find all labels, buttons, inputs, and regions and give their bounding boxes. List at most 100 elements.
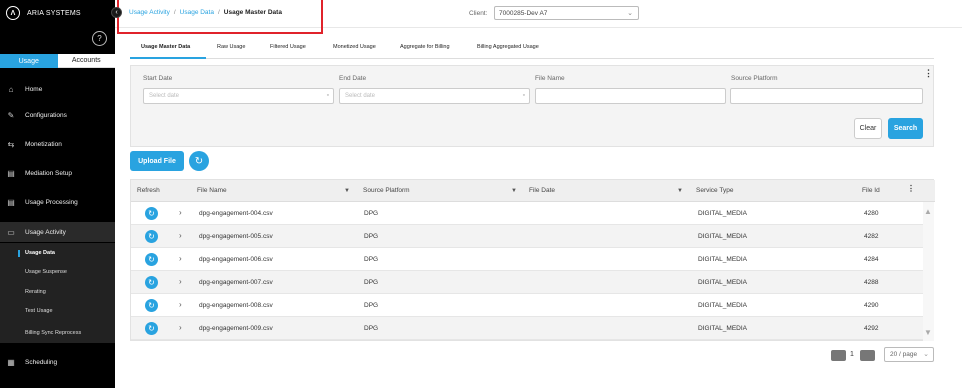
upload-file-button[interactable]: Upload File: [130, 151, 184, 171]
refresh-icon[interactable]: ↻: [189, 151, 209, 171]
document-icon: ▤: [7, 197, 15, 207]
column-refresh: Refresh: [137, 187, 160, 194]
cell-file-id: 4282: [864, 233, 879, 240]
start-date-field[interactable]: Select date ▫: [143, 88, 334, 104]
chevron-right-icon[interactable]: ›: [179, 208, 182, 217]
more-options-icon[interactable]: ⋮: [924, 68, 933, 79]
chevron-right-icon[interactable]: ›: [179, 323, 182, 332]
toggle-usage[interactable]: Usage: [0, 54, 58, 68]
source-platform-input[interactable]: [730, 88, 923, 104]
home-icon: ⌂: [8, 84, 14, 94]
column-service-type[interactable]: Service Type: [696, 187, 733, 194]
tab-monetized-usage[interactable]: Monetized Usage: [333, 44, 376, 50]
sort-down-icon[interactable]: ▼: [677, 188, 683, 194]
cell-file-name: dpg-engagement-008.csv: [199, 302, 273, 309]
nav-item-mediation-setup[interactable]: ▤ Mediation Setup: [0, 167, 115, 179]
column-file-date[interactable]: File Date: [529, 187, 555, 194]
file-name-input[interactable]: [535, 88, 726, 104]
toggle-accounts[interactable]: Accounts: [57, 54, 115, 68]
chevron-right-icon[interactable]: ›: [179, 277, 182, 286]
chevron-right-icon[interactable]: ›: [179, 254, 182, 263]
table-row[interactable]: ↻ › dpg-engagement-005.csv DPG DIGITAL_M…: [131, 225, 923, 248]
current-page[interactable]: 1: [850, 351, 854, 358]
document-icon: ▤: [7, 168, 15, 178]
nav-item-scheduling[interactable]: ▦ Scheduling: [0, 356, 115, 368]
cell-file-name: dpg-engagement-006.csv: [199, 256, 273, 263]
table-row[interactable]: ↻ › dpg-engagement-008.csv DPG DIGITAL_M…: [131, 294, 923, 317]
table-scrollbar[interactable]: ▲ ▼: [923, 202, 934, 341]
column-options-icon[interactable]: ⋮: [907, 184, 915, 193]
start-date-label: Start Date: [143, 75, 173, 82]
highlight-box: [117, 0, 323, 34]
table-row[interactable]: ↻ › dpg-engagement-007.csv DPG DIGITAL_M…: [131, 271, 923, 294]
next-page-button[interactable]: [860, 350, 875, 361]
chevron-right-icon[interactable]: ›: [179, 231, 182, 240]
client-select[interactable]: 7000285-Dev A7 ⌄: [494, 6, 639, 20]
search-button[interactable]: Search: [888, 118, 923, 139]
breadcrumb-usage-activity[interactable]: Usage Activity: [129, 9, 170, 16]
nav-label: Usage Activity: [25, 228, 66, 236]
tab-aggregate-for-billing[interactable]: Aggregate for Billing: [400, 44, 450, 50]
column-source-platform[interactable]: Source Platform: [363, 187, 410, 194]
refresh-icon[interactable]: ↻: [145, 276, 158, 289]
sort-down-icon[interactable]: ▼: [344, 188, 350, 194]
breadcrumb-usage-data[interactable]: Usage Data: [180, 9, 214, 16]
arrows-icon: ⇆: [7, 139, 15, 149]
refresh-icon[interactable]: ↻: [145, 230, 158, 243]
submenu-item-usage-suspense[interactable]: Usage Suspense: [25, 269, 122, 275]
usage-table: Refresh File Name ▼ Source Platform ▼ Fi…: [130, 179, 935, 341]
nav-item-monetization[interactable]: ⇆ Monetization: [0, 138, 115, 150]
cell-source-platform: DPG: [364, 302, 379, 309]
scroll-up-icon[interactable]: ▲: [924, 207, 932, 216]
nav-label: Home: [25, 85, 43, 93]
previous-page-button[interactable]: [831, 350, 846, 361]
nav-item-configurations[interactable]: ✎ Configurations: [0, 109, 115, 121]
tab-usage-master-data[interactable]: Usage Master Data: [141, 44, 190, 50]
collapse-sidebar-icon[interactable]: ‹: [111, 7, 122, 18]
module-toggle: Usage Accounts: [0, 54, 115, 68]
tab-bar: Usage Master Data Raw Usage Filtered Usa…: [130, 40, 934, 59]
submenu-item-billing-sync-reprocess[interactable]: Billing Sync Reprocess: [25, 330, 122, 336]
table-row[interactable]: ↻ › dpg-engagement-004.csv DPG DIGITAL_M…: [131, 202, 923, 225]
refresh-icon[interactable]: ↻: [145, 299, 158, 312]
start-date-placeholder: Select date: [149, 93, 180, 99]
nav-item-home[interactable]: ⌂ Home: [0, 83, 115, 95]
cell-file-id: 4288: [864, 279, 879, 286]
logo-icon: Λ: [6, 6, 20, 20]
submenu-item-rerating[interactable]: Rerating: [25, 289, 122, 295]
clear-button[interactable]: Clear: [854, 118, 882, 139]
wrench-icon: ✎: [7, 110, 15, 120]
active-indicator: [18, 250, 20, 257]
tab-billing-aggregated-usage[interactable]: Billing Aggregated Usage: [477, 44, 539, 50]
chevron-down-icon: ⌄: [923, 351, 929, 358]
folder-icon: ▭: [7, 227, 15, 237]
breadcrumb: Usage Activity / Usage Data / Usage Master D…: [129, 9, 282, 16]
column-file-name[interactable]: File Name: [197, 187, 227, 194]
cell-service-type: DIGITAL_MEDIA: [698, 256, 748, 263]
submenu-item-test-usage[interactable]: Test Usage: [25, 308, 122, 314]
refresh-icon[interactable]: ↻: [145, 207, 158, 220]
column-file-id[interactable]: File Id: [862, 187, 880, 194]
chevron-right-icon[interactable]: ›: [179, 300, 182, 309]
tab-filtered-usage[interactable]: Filtered Usage: [270, 44, 306, 50]
sort-down-icon[interactable]: ▼: [511, 188, 517, 194]
page-size-select[interactable]: 20 / page ⌄: [884, 347, 934, 362]
nav-label: Usage Processing: [25, 198, 78, 206]
submenu-item-usage-data[interactable]: Usage Data: [25, 250, 122, 256]
nav-item-usage-processing[interactable]: ▤ Usage Processing: [0, 196, 115, 208]
refresh-icon[interactable]: ↻: [145, 322, 158, 335]
nav-item-usage-activity[interactable]: ▭ Usage Activity: [0, 222, 115, 242]
end-date-field[interactable]: Select date ▫: [339, 88, 530, 104]
refresh-icon[interactable]: ↻: [145, 253, 158, 266]
table-row[interactable]: ↻ › dpg-engagement-006.csv DPG DIGITAL_M…: [131, 248, 923, 271]
cell-source-platform: DPG: [364, 233, 379, 240]
cell-file-id: 4284: [864, 256, 879, 263]
help-icon[interactable]: ?: [92, 31, 107, 46]
tab-raw-usage[interactable]: Raw Usage: [217, 44, 245, 50]
end-date-placeholder: Select date: [345, 93, 376, 99]
cell-file-name: dpg-engagement-005.csv: [199, 233, 273, 240]
cell-file-id: 4292: [864, 325, 879, 332]
table-row[interactable]: ↻ › dpg-engagement-009.csv DPG DIGITAL_M…: [131, 317, 923, 340]
scroll-down-icon[interactable]: ▼: [924, 328, 932, 337]
filter-panel: Start Date Select date ▫ End Date Select…: [130, 65, 934, 147]
